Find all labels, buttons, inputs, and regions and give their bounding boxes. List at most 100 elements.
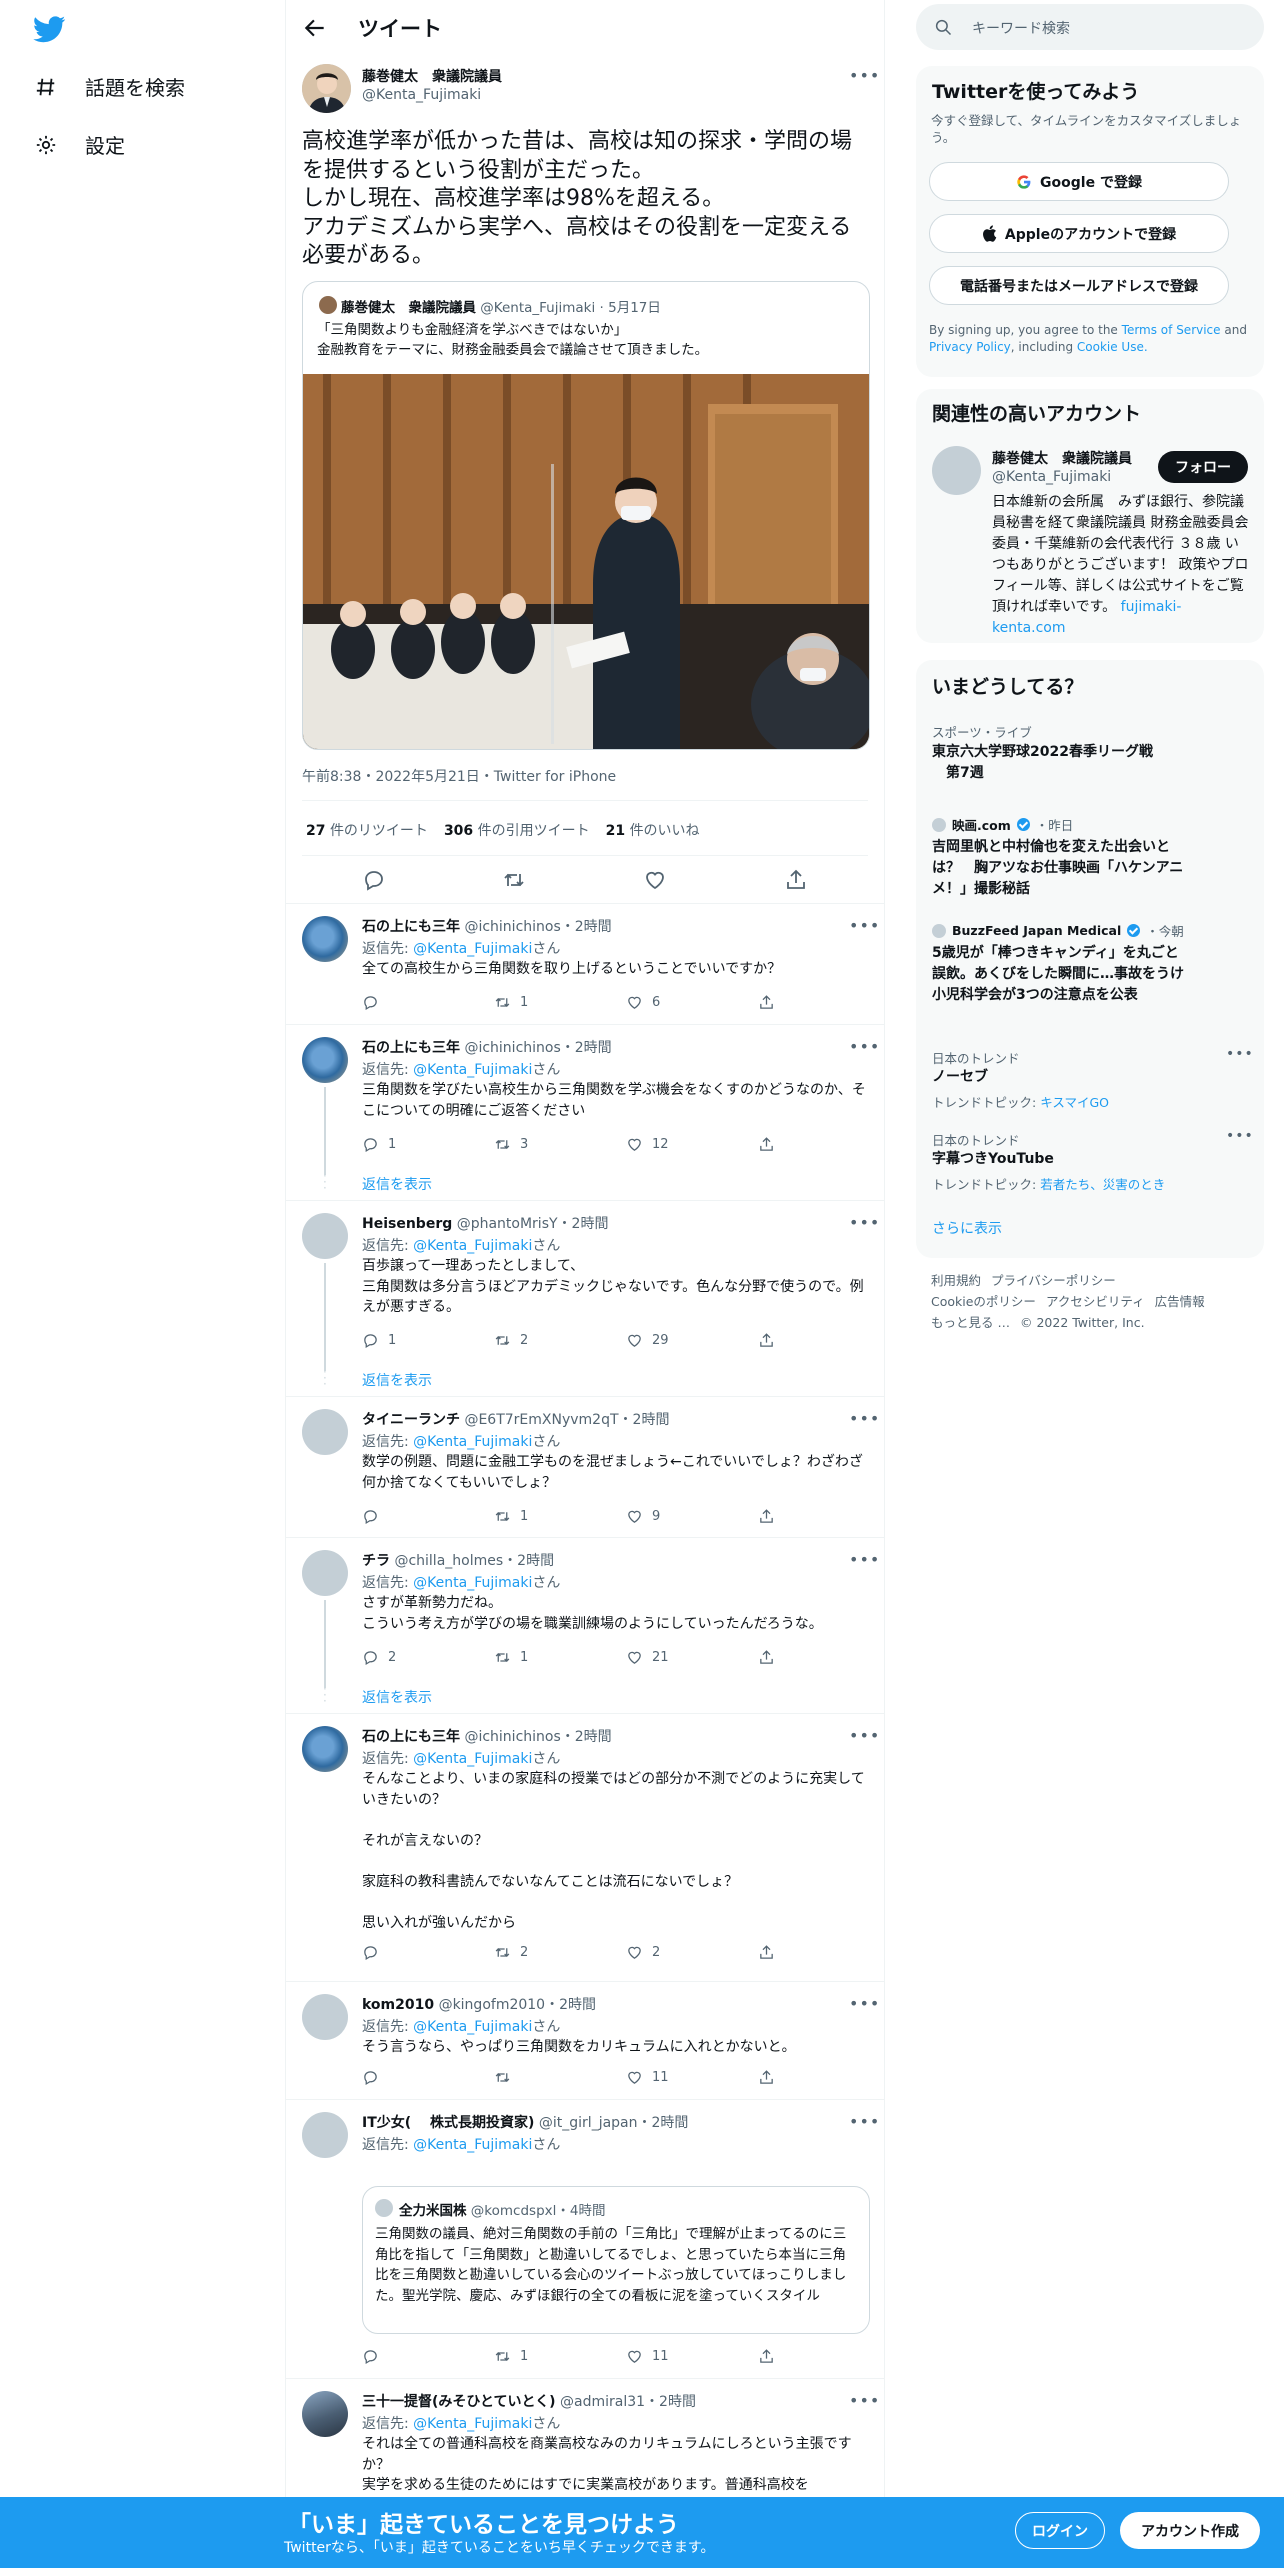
reply-time[interactable]: 2時間 xyxy=(575,919,612,935)
more-options-icon[interactable]: ••• xyxy=(849,1213,880,1232)
reply-author-name[interactable]: チラ xyxy=(362,1553,390,1569)
cookie-use-link[interactable]: Cookie Use. xyxy=(1077,340,1148,354)
reply-tweet[interactable]: Heisenberg @phantoMrisY・2時間 ••• 返信先: @Ke… xyxy=(286,1200,884,1396)
more-options-icon[interactable]: ••• xyxy=(849,2391,880,2410)
related-account-avatar[interactable] xyxy=(932,446,981,495)
reply-button[interactable] xyxy=(362,1508,388,1525)
footer-link[interactable]: プライバシーポリシー xyxy=(991,1270,1116,1291)
more-options-icon[interactable]: ••• xyxy=(849,916,880,935)
more-options-icon[interactable]: ••• xyxy=(849,1550,880,1569)
retweet-button[interactable]: 1 xyxy=(494,994,528,1011)
reply-time[interactable]: 2時間 xyxy=(652,2115,689,2131)
trend-topic-link[interactable]: 若者たち、災害のとき xyxy=(1040,1177,1165,1192)
author-avatar[interactable] xyxy=(302,64,351,113)
trend-title[interactable]: 5歳児が「棒つきキャンディ」を丸ごと誤飲。あくびをした瞬間に…事故をうけ小児科学… xyxy=(932,943,1192,1006)
retweet-button[interactable]: 2 xyxy=(494,1332,528,1349)
reply-to-handle[interactable]: @Kenta_Fujimaki xyxy=(413,2019,532,2035)
nav-explore[interactable]: 話題を検索 xyxy=(33,72,185,101)
reply-author-name[interactable]: IT少女( 株式長期投資家) xyxy=(362,2115,534,2131)
reply-time[interactable]: 2時間 xyxy=(575,1729,612,1745)
like-icon[interactable] xyxy=(643,868,667,892)
reply-button[interactable] xyxy=(362,2348,388,2365)
reply-time[interactable]: 2時間 xyxy=(659,2394,696,2410)
like-button[interactable]: 6 xyxy=(626,994,660,1011)
share-button[interactable] xyxy=(758,1332,775,1349)
reply-button[interactable] xyxy=(362,2069,388,2086)
reply-time[interactable]: 2時間 xyxy=(517,1553,554,1569)
reply-avatar[interactable] xyxy=(302,916,348,962)
like-count-link[interactable]: 21 件のいいね xyxy=(606,820,700,840)
more-options-icon[interactable]: ••• xyxy=(849,66,880,85)
retweet-button[interactable]: 1 xyxy=(494,1649,528,1666)
reply-tweet[interactable]: チラ @chilla_holmes・2時間 ••• 返信先: @Kenta_Fu… xyxy=(286,1537,884,1713)
reply-time[interactable]: 2時間 xyxy=(575,1040,612,1056)
nav-settings[interactable]: 設定 xyxy=(33,130,125,159)
reply-avatar[interactable] xyxy=(302,2112,348,2158)
show-replies-link[interactable]: 返信を表示 xyxy=(362,1370,432,1390)
footer-link[interactable]: 利用規約 xyxy=(931,1270,981,1291)
trend-more-icon[interactable]: ••• xyxy=(1226,1128,1254,1144)
quoted-tweet-photo[interactable] xyxy=(303,374,869,749)
retweet-button[interactable]: 1 xyxy=(494,1508,528,1525)
like-button[interactable]: 11 xyxy=(626,2069,669,2086)
like-button[interactable]: 12 xyxy=(626,1136,669,1153)
reply-time[interactable]: 2時間 xyxy=(572,1216,609,1232)
share-button[interactable] xyxy=(758,2069,775,2086)
retweet-button[interactable]: 2 xyxy=(494,1944,528,1961)
reply-avatar[interactable] xyxy=(302,1409,348,1455)
reply-avatar[interactable] xyxy=(302,1550,348,1596)
reply-tweet[interactable]: タイニーランチ @E6T7rEmXNyvm2qT・2時間 ••• 返信先: @K… xyxy=(286,1396,884,1537)
privacy-policy-link[interactable]: Privacy Policy xyxy=(929,340,1011,354)
reply-avatar[interactable] xyxy=(302,2391,348,2437)
more-options-icon[interactable]: ••• xyxy=(849,2112,880,2131)
trend-title[interactable]: 東京六大学野球2022春季リーグ戦 第7週 xyxy=(932,742,1192,784)
back-arrow-icon[interactable] xyxy=(302,15,328,41)
reply-button[interactable]: 2 xyxy=(362,1649,396,1666)
like-button[interactable]: 2 xyxy=(626,1944,660,1961)
reply-to-handle[interactable]: @Kenta_Fujimaki xyxy=(413,941,532,957)
share-button[interactable] xyxy=(758,1649,775,1666)
retweet-button[interactable]: 1 xyxy=(494,2348,528,2365)
footer-link[interactable]: Cookieのポリシー xyxy=(931,1291,1036,1312)
reply-button[interactable]: 1 xyxy=(362,1136,396,1153)
reply-avatar[interactable] xyxy=(302,1994,348,2040)
share-button[interactable] xyxy=(758,994,775,1011)
more-options-icon[interactable]: ••• xyxy=(849,1409,880,1428)
trend-title[interactable]: ノーセブ xyxy=(932,1067,1192,1088)
more-options-icon[interactable]: ••• xyxy=(849,1726,880,1745)
reply-avatar[interactable] xyxy=(302,1037,348,1083)
reply-avatar[interactable] xyxy=(302,1726,348,1772)
tweet-timestamp[interactable]: 午前8:38・2022年5月21日・Twitter for iPhone xyxy=(302,766,616,786)
reply-button[interactable]: 1 xyxy=(362,1332,396,1349)
like-button[interactable]: 9 xyxy=(626,1508,660,1525)
reply-to-handle[interactable]: @Kenta_Fujimaki xyxy=(413,1434,532,1450)
related-account-handle[interactable]: @Kenta_Fujimaki xyxy=(992,469,1111,485)
trend-title[interactable]: 字幕つきYouTube xyxy=(932,1149,1192,1170)
reply-author-name[interactable]: タイニーランチ xyxy=(362,1412,460,1428)
google-signup-button[interactable]: Google で登録 xyxy=(929,162,1229,201)
terms-of-service-link[interactable]: Terms of Service xyxy=(1122,323,1221,337)
quoted-tweet[interactable]: 藤巻健太 衆議院議員 @Kenta_Fujimaki · 5月17日 「三角関数… xyxy=(302,281,870,750)
footer-link[interactable]: もっと見る … xyxy=(931,1312,1010,1333)
apple-signup-button[interactable]: Appleのアカウントで登録 xyxy=(929,214,1229,253)
reply-time[interactable]: 2時間 xyxy=(559,1997,596,2013)
share-button[interactable] xyxy=(758,1508,775,1525)
twitter-logo-icon[interactable] xyxy=(33,16,66,43)
reply-author-name[interactable]: 石の上にも三年 xyxy=(362,919,460,935)
trend-title[interactable]: 吉岡里帆と中村倫也を変えた出会いとは？ 胸アツなお仕事映画「ハケンアニメ！」撮影… xyxy=(932,837,1192,900)
like-button[interactable]: 21 xyxy=(626,1649,669,1666)
reply-button[interactable] xyxy=(362,1944,388,1961)
reply-author-name[interactable]: Heisenberg xyxy=(362,1216,452,1232)
reply-time[interactable]: 2時間 xyxy=(633,1412,670,1428)
search-box[interactable]: キーワード検索 xyxy=(916,4,1264,50)
login-button[interactable]: ログイン xyxy=(1015,2512,1105,2549)
follow-button[interactable]: フォロー xyxy=(1158,451,1248,483)
reply-to-handle[interactable]: @Kenta_Fujimaki xyxy=(413,1751,532,1767)
share-button[interactable] xyxy=(758,1944,775,1961)
author-name[interactable]: 藤巻健太 衆議院議員 xyxy=(362,66,502,86)
reply-to-handle[interactable]: @Kenta_Fujimaki xyxy=(413,2137,532,2153)
author-handle[interactable]: @Kenta_Fujimaki xyxy=(362,87,481,103)
reply-tweet[interactable]: 石の上にも三年 @ichinichinos・2時間 ••• 返信先: @Kent… xyxy=(286,903,884,1024)
footer-link[interactable]: アクセシビリティ xyxy=(1046,1291,1145,1312)
share-button[interactable] xyxy=(758,1136,775,1153)
